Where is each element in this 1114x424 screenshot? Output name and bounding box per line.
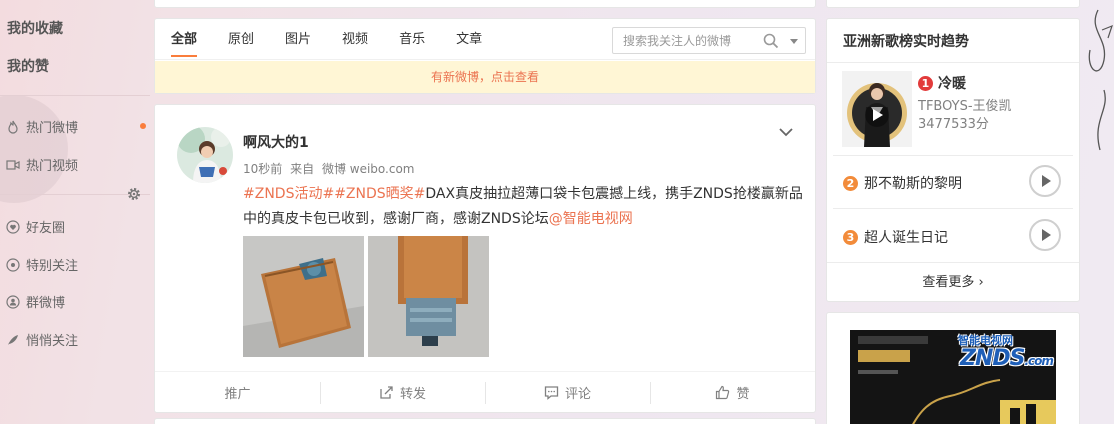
sidebar-item-hot-video[interactable]: 热门视频 bbox=[6, 155, 78, 174]
post-image[interactable] bbox=[368, 236, 489, 357]
see-more-link[interactable]: 查看更多 › bbox=[827, 271, 1079, 290]
song-title: 那不勒斯的黎明 bbox=[864, 176, 962, 192]
tab-articles[interactable]: 文章 bbox=[456, 31, 482, 57]
feed-tabs: 全部 原创 图片 视频 音乐 文章 bbox=[171, 31, 513, 57]
thumbs-up-icon bbox=[716, 385, 730, 400]
ad-banner[interactable]: 智能电视网 ZNDS.com bbox=[850, 330, 1056, 424]
comment-icon bbox=[544, 386, 559, 400]
tab-all[interactable]: 全部 bbox=[171, 31, 198, 57]
post-source[interactable]: 微博 weibo.com bbox=[322, 162, 415, 176]
nav-divider bbox=[0, 95, 150, 96]
sidebar-item-group-weibo[interactable]: 群微博 bbox=[6, 292, 65, 311]
album-cover[interactable] bbox=[842, 71, 912, 147]
comment-button[interactable]: 评论 bbox=[485, 372, 650, 413]
eye-icon bbox=[6, 257, 20, 272]
sidebar-item-label: 群微博 bbox=[26, 296, 66, 311]
previous-widget-edge bbox=[826, 0, 1080, 8]
left-sidebar: 我的收藏 我的赞 热门微博 热门视频 好友圈 特别关注 群微博 悄悄关注 bbox=[0, 0, 150, 424]
sidebar-item-label: 特别关注 bbox=[26, 259, 79, 274]
sidebar-item-special-follow[interactable]: 特别关注 bbox=[6, 255, 78, 274]
tab-music[interactable]: 音乐 bbox=[399, 31, 425, 57]
song-artist: TFBOYS-王俊凯 bbox=[918, 99, 1012, 114]
post-meta: 10秒前 来自 微博 weibo.com bbox=[243, 160, 419, 177]
promote-button[interactable]: 推广 bbox=[155, 372, 320, 413]
sidebar-item-friends-circle[interactable]: 好友圈 bbox=[6, 217, 65, 236]
tab-pictures[interactable]: 图片 bbox=[285, 31, 311, 57]
song-item-2[interactable]: 2 那不勒斯的黎明 bbox=[843, 173, 962, 193]
search-icon[interactable] bbox=[763, 33, 779, 49]
song-score: 3477533分 bbox=[918, 117, 989, 132]
post-card: 啊风大的1 10秒前 来自 微博 weibo.com #ZNDS活动##ZNDS… bbox=[154, 104, 816, 413]
song-title: 超人诞生日记 bbox=[864, 230, 948, 246]
group-icon bbox=[6, 294, 20, 309]
sidebar-item-label: 热门微博 bbox=[26, 121, 79, 136]
previous-card-edge bbox=[154, 0, 816, 8]
tab-videos[interactable]: 视频 bbox=[342, 31, 368, 57]
promote-label: 推广 bbox=[224, 387, 251, 402]
song-title: 冷暖 bbox=[938, 76, 966, 92]
hashtag-link[interactable]: #ZNDS活动##ZNDS晒奖# bbox=[243, 186, 425, 202]
play-button[interactable] bbox=[1029, 165, 1061, 197]
sidebar-item-secret-follow[interactable]: 悄悄关注 bbox=[6, 330, 78, 349]
widget-divider bbox=[833, 155, 1073, 156]
tab-original[interactable]: 原创 bbox=[228, 31, 254, 57]
sidebar-item-hot-weibo[interactable]: 热门微博 bbox=[6, 117, 78, 136]
song-item-1[interactable]: 1 冷暖 bbox=[918, 73, 966, 93]
gear-icon[interactable] bbox=[126, 186, 142, 202]
chevron-down-icon[interactable] bbox=[777, 123, 795, 141]
post-actions: 推广 转发 评论 赞 bbox=[155, 371, 815, 413]
ad-brand-logo: ZNDS.com bbox=[960, 346, 1054, 371]
fire-icon bbox=[8, 120, 18, 134]
video-icon bbox=[6, 159, 20, 170]
like-button[interactable]: 赞 bbox=[650, 372, 815, 413]
music-chart-title: 亚洲新歌榜实时趋势 bbox=[843, 34, 969, 50]
unread-dot bbox=[140, 123, 146, 129]
my-collections-link[interactable]: 我的收藏 bbox=[7, 18, 63, 38]
feed-filter-card: 全部 原创 图片 视频 音乐 文章 有新微博，点击查看 bbox=[154, 18, 816, 94]
post-image[interactable] bbox=[243, 236, 364, 357]
feather-icon bbox=[8, 334, 18, 345]
ad-brand: ZNDS bbox=[960, 346, 1025, 371]
song-item-3[interactable]: 3 超人诞生日记 bbox=[843, 227, 948, 247]
feed-search-box bbox=[612, 27, 806, 54]
widget-divider bbox=[827, 62, 1079, 63]
widget-divider bbox=[833, 208, 1073, 209]
rank-badge: 2 bbox=[843, 175, 858, 191]
my-likes-link[interactable]: 我的赞 bbox=[7, 56, 49, 76]
rank-badge: 3 bbox=[843, 229, 858, 245]
ad-widget: 智能电视网 ZNDS.com bbox=[826, 312, 1080, 424]
repost-button[interactable]: 转发 bbox=[320, 372, 485, 413]
repost-label: 转发 bbox=[399, 387, 426, 402]
music-chart-widget: 亚洲新歌榜实时趋势 1 冷暖 TFBOYS-王俊凯 3477533分 2 那不勒… bbox=[826, 18, 1080, 302]
next-card-edge bbox=[154, 418, 816, 424]
new-posts-notice[interactable]: 有新微博，点击查看 bbox=[155, 61, 815, 93]
post-author[interactable]: 啊风大的1 bbox=[243, 132, 309, 152]
post-from-label: 来自 bbox=[290, 162, 315, 176]
sidebar-item-label: 热门视频 bbox=[26, 159, 79, 174]
like-label: 赞 bbox=[736, 387, 750, 402]
chevron-down-icon[interactable] bbox=[790, 39, 798, 44]
tab-divider bbox=[155, 59, 815, 60]
heart-icon bbox=[6, 219, 20, 234]
post-time[interactable]: 10秒前 bbox=[243, 162, 282, 176]
rank-badge: 1 bbox=[918, 75, 933, 91]
avatar[interactable] bbox=[177, 127, 233, 183]
feed-search-input[interactable] bbox=[623, 33, 763, 48]
sidebar-item-label: 悄悄关注 bbox=[26, 334, 79, 349]
play-button[interactable] bbox=[1029, 219, 1061, 251]
sidebar-item-label: 好友圈 bbox=[26, 221, 66, 236]
repost-icon bbox=[380, 386, 393, 399]
comment-label: 评论 bbox=[564, 387, 591, 402]
mention-link[interactable]: @智能电视网 bbox=[549, 211, 633, 227]
background-decoration bbox=[1088, 9, 1113, 151]
ad-domain: .com bbox=[1024, 354, 1053, 368]
post-text: #ZNDS活动##ZNDS晒奖#DAX真皮抽拉超薄口袋卡包震撼上线，携手ZNDS… bbox=[243, 182, 803, 232]
widget-divider bbox=[827, 262, 1079, 263]
